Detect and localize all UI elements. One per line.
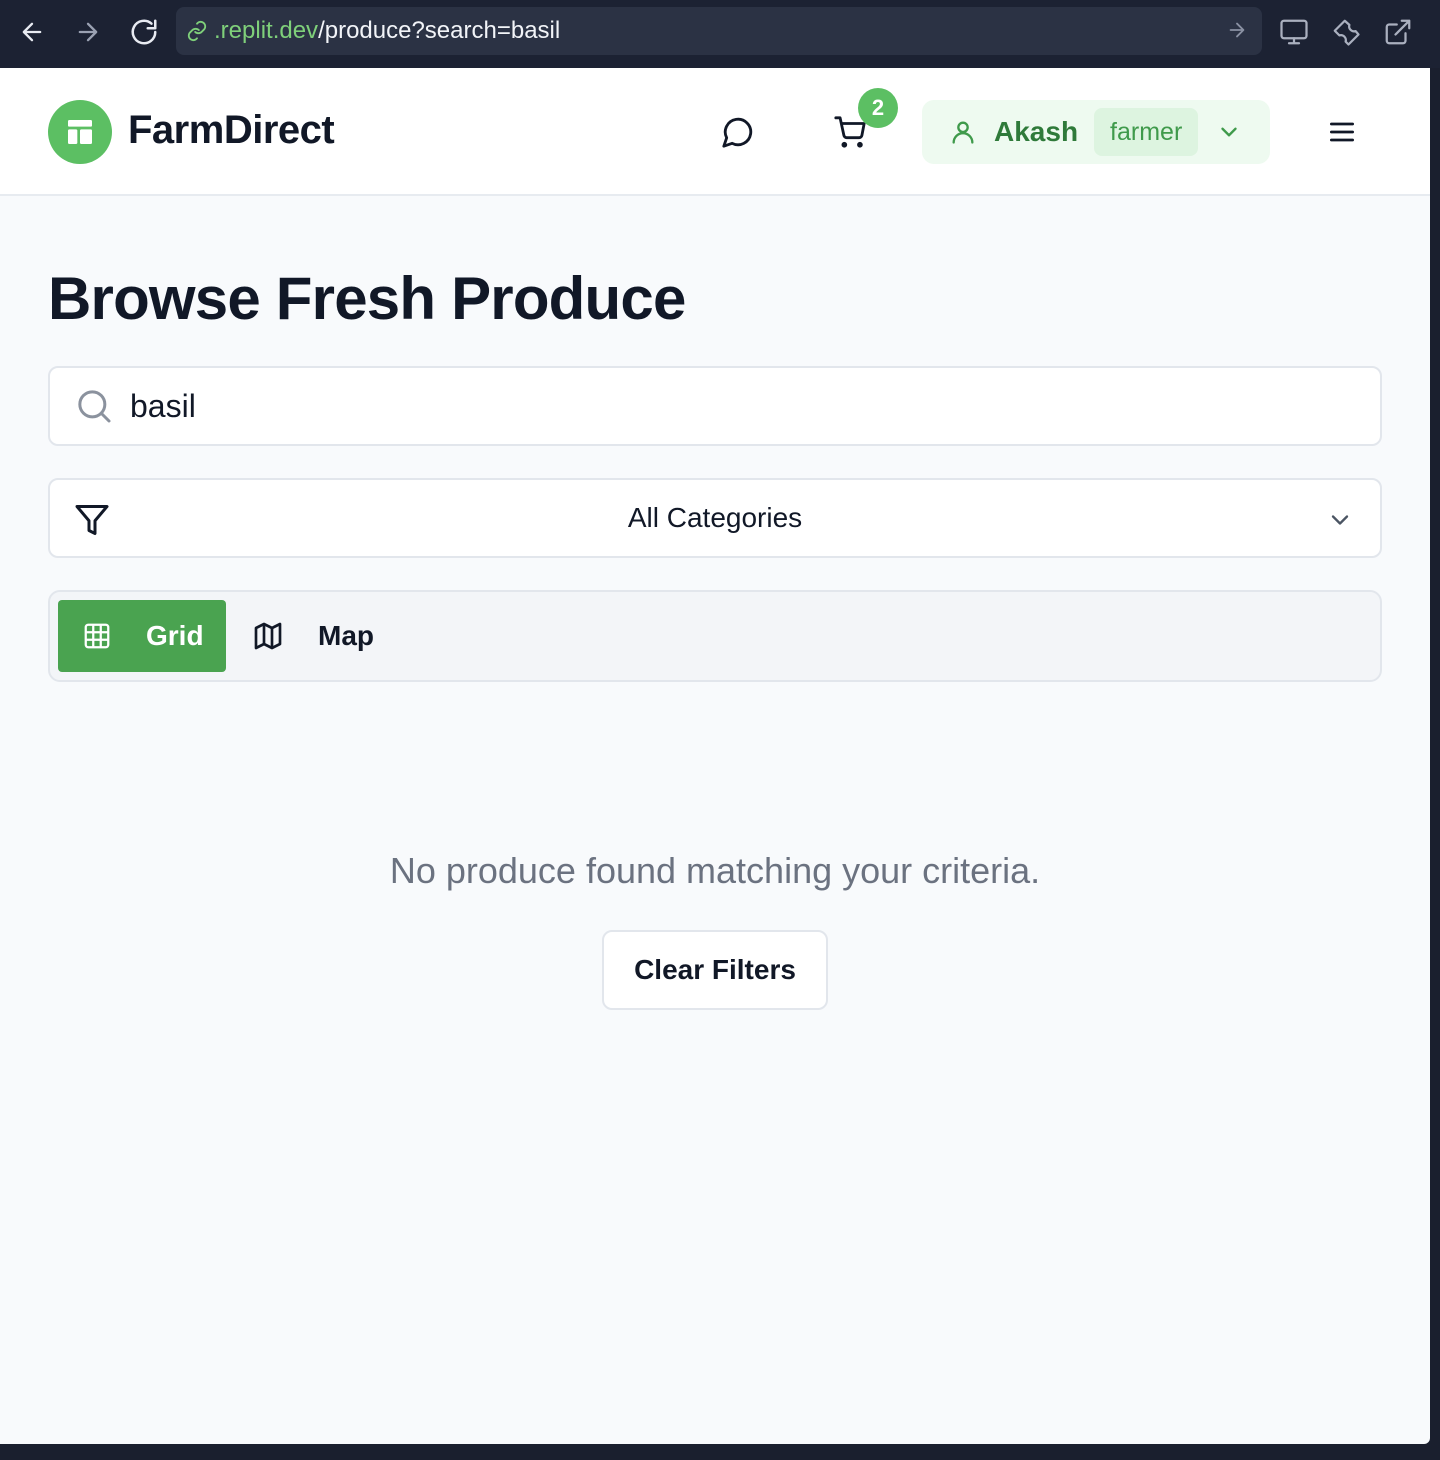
link-icon — [186, 18, 212, 44]
clear-filters-button[interactable]: Clear Filters — [602, 930, 828, 1010]
search-input[interactable] — [130, 380, 1330, 432]
site-header: FarmDirect 2 Akash farmer — [0, 68, 1430, 196]
url-path: /produce?search=basil — [318, 17, 561, 44]
grid-icon — [82, 621, 112, 651]
user-menu-button[interactable]: Akash farmer — [922, 100, 1270, 164]
hamburger-menu-icon[interactable] — [1318, 108, 1366, 156]
empty-state-message: No produce found matching your criteria. — [389, 850, 1041, 891]
back-arrow-icon[interactable] — [14, 14, 50, 50]
browser-toolbar: .replit.dev/produce?search=basil — [0, 0, 1440, 68]
wrench-icon[interactable] — [1328, 14, 1364, 50]
tab-grid-label: Grid — [146, 620, 204, 651]
reload-icon[interactable] — [126, 14, 162, 50]
url-domain: .replit.dev — [214, 17, 319, 44]
address-bar[interactable]: .replit.dev/produce?search=basil — [176, 7, 1262, 55]
user-name: Akash — [994, 116, 1079, 147]
search-field[interactable] — [48, 366, 1382, 446]
monitor-icon[interactable] — [1276, 14, 1312, 50]
tab-map-label: Map — [318, 620, 374, 651]
view-toggle: Grid Map — [48, 590, 1382, 682]
user-icon — [948, 117, 978, 147]
user-role-badge: farmer — [1094, 108, 1199, 156]
go-arrow-icon[interactable] — [1226, 19, 1248, 48]
forward-arrow-icon[interactable] — [70, 14, 106, 50]
category-selected-value: All Categories — [627, 502, 803, 533]
page-title: Browse Fresh Produce — [48, 265, 686, 332]
chat-icon[interactable] — [714, 108, 762, 156]
search-icon — [74, 386, 114, 431]
app-viewport: FarmDirect 2 Akash farmer Browse Fresh P… — [0, 68, 1430, 1444]
chevron-down-icon — [1216, 119, 1242, 145]
chevron-down-icon — [1326, 506, 1354, 539]
brand-name[interactable]: FarmDirect — [128, 108, 335, 153]
store-logo-icon[interactable] — [48, 100, 112, 164]
map-icon — [252, 620, 284, 652]
tab-grid[interactable]: Grid — [58, 600, 226, 672]
external-link-icon[interactable] — [1380, 14, 1416, 50]
cart-count-badge: 2 — [858, 88, 898, 128]
tab-map[interactable]: Map — [236, 600, 386, 672]
category-select[interactable]: All Categories — [48, 478, 1382, 558]
